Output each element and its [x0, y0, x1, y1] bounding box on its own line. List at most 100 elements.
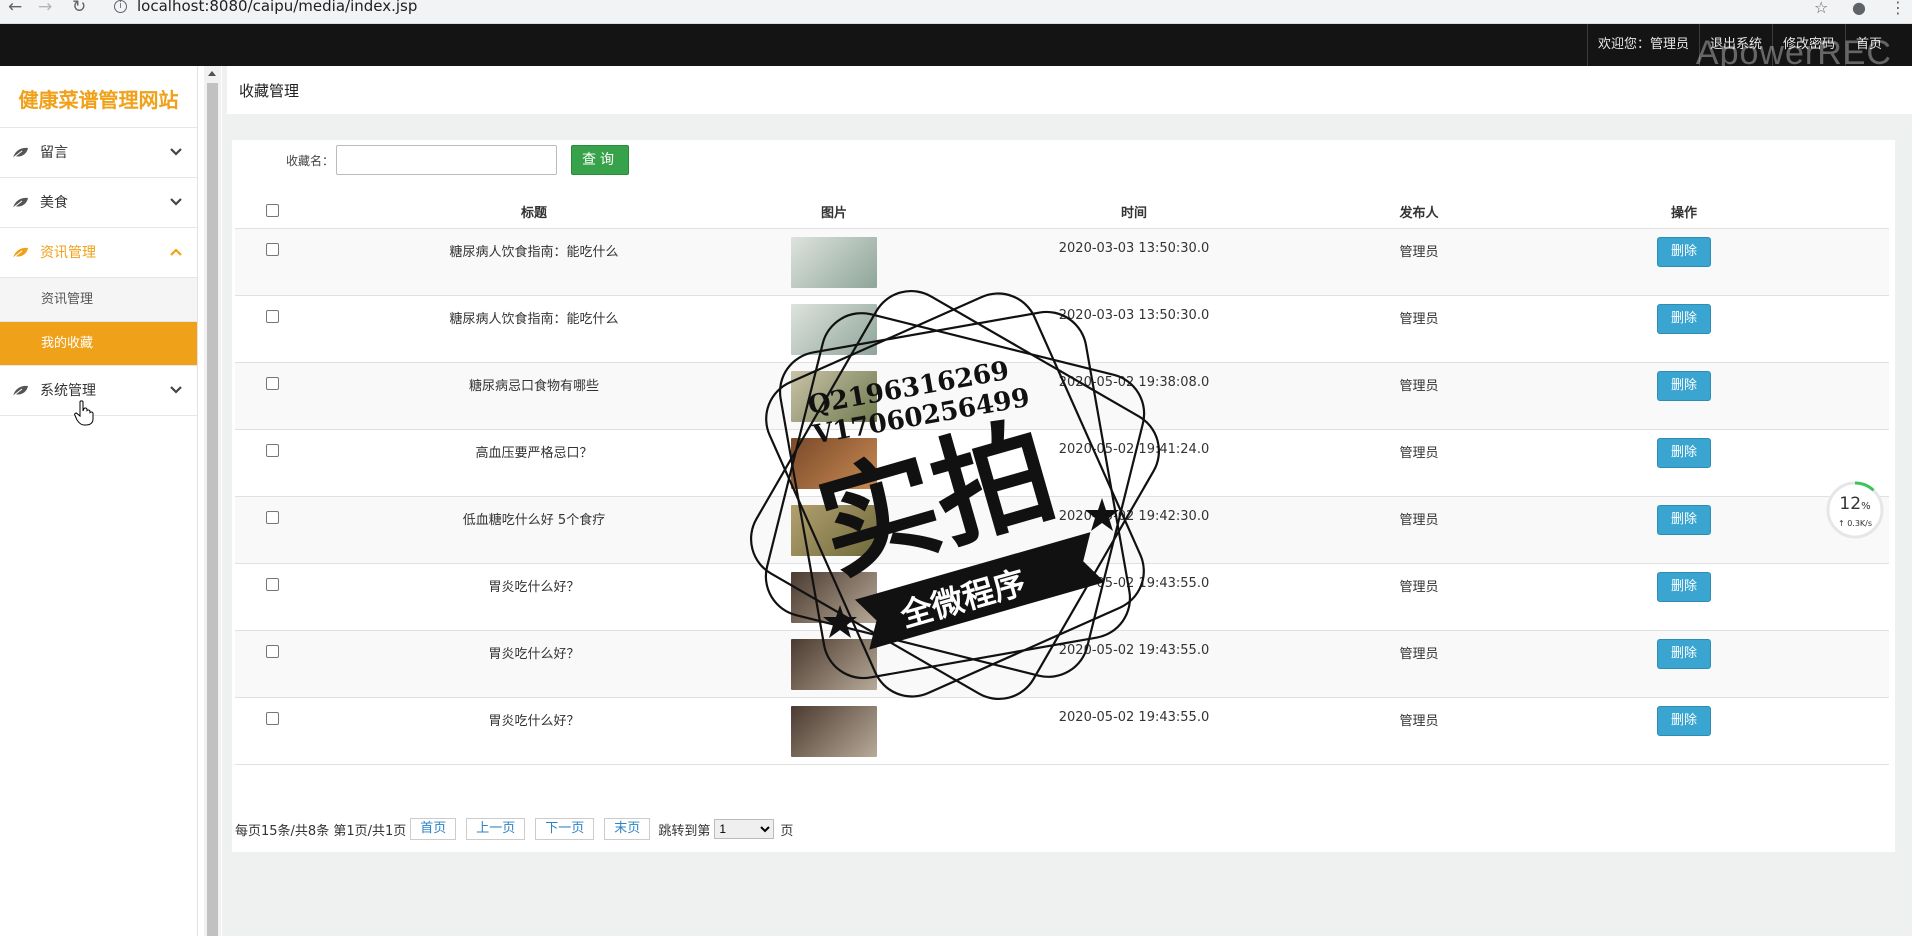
logout-link[interactable]: 退出系统 [1698, 24, 1772, 66]
query-button[interactable]: 查询 [571, 145, 630, 175]
delete-button[interactable]: 删除 [1657, 236, 1711, 267]
pager-last-button[interactable]: 末页 [604, 818, 651, 840]
row-checkbox[interactable] [265, 309, 279, 323]
row-checkbox[interactable] [265, 510, 279, 524]
pager-next-button[interactable]: 下一页 [535, 818, 595, 840]
row-title: 高血压要严格忌口？ [309, 429, 759, 497]
row-checkbox[interactable] [265, 376, 279, 390]
row-checkbox[interactable] [265, 577, 279, 591]
row-image-cell [759, 496, 909, 564]
row-image-cell [759, 563, 909, 631]
hand-cursor-icon [74, 400, 94, 426]
row-image-cell [759, 228, 909, 296]
row-checkbox[interactable] [265, 644, 279, 658]
row-select-cell [235, 630, 309, 698]
food-thumbnail[interactable] [791, 705, 877, 757]
content-panel: 收藏名： 查询 标题 图片 时间 发布人 操作 糖尿病人饮食指南：能吃什么 202… [232, 140, 1895, 852]
leaf-icon [12, 385, 28, 397]
food-thumbnail[interactable] [791, 303, 877, 355]
row-title: 糖尿病人饮食指南：能吃什么 [309, 295, 759, 363]
change-password-link[interactable]: 修改密码 [1771, 24, 1845, 66]
row-select-cell [235, 362, 309, 430]
delete-button[interactable]: 删除 [1657, 571, 1711, 602]
food-thumbnail[interactable] [791, 504, 877, 556]
bookmark-star-icon[interactable]: ☆ [1814, 0, 1828, 17]
table-row: 糖尿病人饮食指南：能吃什么 2020-03-03 13:50:30.0 管理员 删除 [235, 228, 1889, 296]
forward-icon[interactable]: → [38, 0, 52, 16]
leaf-icon [12, 197, 28, 209]
leaf-icon [12, 247, 28, 259]
search-bar: 收藏名： 查询 [286, 144, 630, 176]
select-all-checkbox[interactable] [265, 204, 279, 218]
row-publisher: 管理员 [1359, 228, 1479, 296]
pager-prev-button[interactable]: 上一页 [466, 818, 526, 840]
back-icon[interactable]: ← [8, 0, 22, 16]
leaf-icon [12, 147, 28, 159]
pager-page-unit: 页 [780, 823, 794, 839]
sidebar-item-news-management[interactable]: 资讯管理 [0, 228, 197, 278]
row-checkbox[interactable] [265, 443, 279, 457]
home-link[interactable]: 首页 [1844, 24, 1892, 66]
search-input[interactable] [336, 145, 558, 175]
delete-button[interactable]: 删除 [1657, 504, 1711, 535]
row-select-cell [235, 295, 309, 363]
row-title: 胃炎吃什么好？ [309, 630, 759, 698]
row-select-cell [235, 563, 309, 631]
sidebar-subitem-news[interactable]: 资讯管理 [0, 278, 197, 322]
row-time: 2020-05-02 19:41:24.0 [909, 429, 1359, 497]
row-time: 2020-05-02 19:38:08.0 [909, 362, 1359, 430]
row-title: 糖尿病忌口食物有哪些 [309, 362, 759, 430]
row-select-cell [235, 429, 309, 497]
food-thumbnail[interactable] [791, 437, 877, 489]
row-title: 胃炎吃什么好？ [309, 697, 759, 765]
delete-button[interactable]: 删除 [1657, 705, 1711, 736]
food-thumbnail[interactable] [791, 370, 877, 422]
browser-toolbar: ← → ↻ i localhost:8080/caipu/media/index… [0, 0, 1912, 24]
row-action-cell: 删除 [1479, 563, 1889, 631]
row-action-cell: 删除 [1479, 630, 1889, 698]
column-header-title: 标题 [309, 196, 759, 229]
food-thumbnail[interactable] [791, 571, 877, 623]
page-select[interactable]: 1 [714, 819, 775, 839]
chevron-down-icon [170, 198, 182, 206]
row-title: 低血糖吃什么好 5个食疗 [309, 496, 759, 564]
site-title: 健康菜谱管理网站 [0, 66, 197, 128]
delete-button[interactable]: 删除 [1657, 638, 1711, 669]
row-action-cell: 删除 [1479, 228, 1889, 296]
profile-icon[interactable]: ● [1852, 0, 1866, 17]
page-header: 收藏管理 [227, 66, 1912, 114]
reload-icon[interactable]: ↻ [72, 0, 86, 16]
address-bar[interactable]: localhost:8080/caipu/media/index.jsp [137, 0, 417, 15]
table-row: 低血糖吃什么好 5个食疗 2020-05-02 19:42:30.0 管理员 删除 [235, 496, 1889, 564]
delete-button[interactable]: 删除 [1657, 437, 1711, 468]
column-header-time: 时间 [909, 196, 1359, 229]
gauge-percent-unit: % [1861, 501, 1871, 512]
site-info-icon[interactable]: i [114, 0, 127, 13]
scrollbar-thumb[interactable] [207, 83, 218, 936]
food-thumbnail[interactable] [791, 236, 877, 288]
food-thumbnail[interactable] [791, 638, 877, 690]
delete-button[interactable]: 删除 [1657, 303, 1711, 334]
delete-button[interactable]: 删除 [1657, 370, 1711, 401]
sidebar-item-food[interactable]: 美食 [0, 178, 197, 228]
row-publisher: 管理员 [1359, 295, 1479, 363]
row-time: 2020-05-02 19:42:30.0 [909, 496, 1359, 564]
row-time: 2020-03-03 13:50:30.0 [909, 295, 1359, 363]
column-header-image: 图片 [759, 196, 909, 229]
top-navbar: 欢迎您：管理员 退出系统 修改密码 首页 ApowerREC [0, 24, 1912, 72]
table-row: 胃炎吃什么好？ 2020-05-02 19:43:55.0 管理员 删除 [235, 630, 1889, 698]
sidebar-subitem-my-favorites[interactable]: 我的收藏 [0, 322, 197, 366]
row-checkbox[interactable] [265, 711, 279, 725]
row-title: 胃炎吃什么好？ [309, 563, 759, 631]
gauge-percent-value: 12 [1839, 494, 1862, 514]
pager-first-button[interactable]: 首页 [410, 818, 457, 840]
row-time: 2020-05-02 19:43:55.0 [909, 630, 1359, 698]
sidebar-item-label: 资讯管理 [40, 245, 96, 261]
network-gauge: 12% ↑ 0.3K/s [1825, 480, 1885, 540]
sidebar-item-messages[interactable]: 留言 [0, 128, 197, 178]
row-checkbox[interactable] [265, 242, 279, 256]
scroll-up-icon[interactable] [208, 71, 216, 76]
sidebar-item-system-management[interactable]: 系统管理 [0, 366, 197, 416]
browser-menu-icon[interactable]: ⋮ [1890, 0, 1906, 17]
vertical-scrollbar[interactable] [204, 66, 221, 936]
